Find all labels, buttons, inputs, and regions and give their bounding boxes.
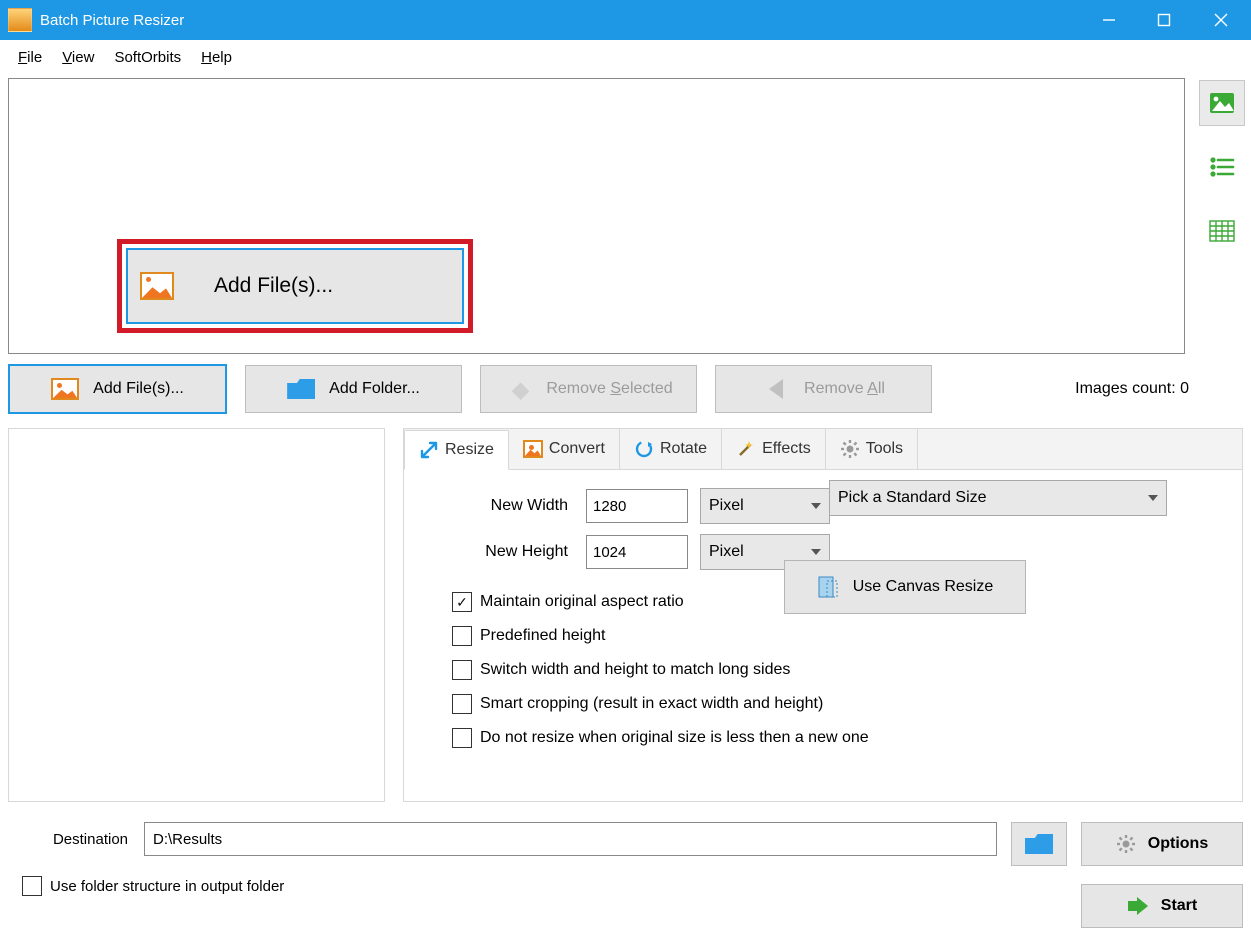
view-grid-button[interactable] [1199,208,1245,254]
tab-convert[interactable]: Convert [509,429,620,469]
view-list-button[interactable] [1199,144,1245,190]
start-arrow-icon [1127,897,1149,915]
destination-combo[interactable]: D:\Results [144,822,997,856]
chevron-down-icon [811,549,821,555]
browse-destination-button[interactable] [1011,822,1067,866]
settings-tabs-panel: Resize Convert Rotate [403,428,1243,802]
images-count-label: Images count: 0 [1075,380,1243,398]
highlight-frame: Add File(s)... [117,239,473,333]
app-icon [8,8,32,32]
add-files-button[interactable]: Add File(s)... [8,364,227,414]
canvas-icon [817,575,839,599]
gear-icon [1116,834,1136,854]
remove-selected-label: Remove Selected [546,380,672,398]
predefined-height-label: Predefined height [480,627,605,645]
smart-crop-label: Smart cropping (result in exact width an… [480,695,823,713]
maximize-button[interactable] [1136,0,1191,40]
remove-selected-button[interactable]: Remove Selected [480,365,697,413]
view-thumbnails-button[interactable] [1199,80,1245,126]
tools-icon [840,439,860,459]
image-icon [140,272,174,300]
remove-all-label: Remove All [804,380,885,398]
switch-wh-checkbox[interactable] [452,660,472,680]
use-folder-structure-label: Use folder structure in output folder [50,878,284,895]
menu-view[interactable]: View [52,47,104,68]
menu-bar: File View SoftOrbits Help [0,40,1251,74]
predefined-height-checkbox[interactable] [452,626,472,646]
app-title: Batch Picture Resizer [40,12,184,29]
add-files-big-button[interactable]: Add File(s)... [126,248,464,324]
new-height-input[interactable] [586,535,688,569]
title-bar: Batch Picture Resizer [0,0,1251,40]
switch-wh-label: Switch width and height to match long si… [480,661,790,679]
remove-all-button[interactable]: Remove All [715,365,932,413]
close-button[interactable] [1191,0,1251,40]
back-icon [769,379,783,399]
folder-icon [287,379,315,399]
no-resize-smaller-label: Do not resize when original size is less… [480,729,869,747]
no-resize-smaller-checkbox[interactable] [452,728,472,748]
rotate-icon [634,439,654,459]
new-height-label: New Height [452,543,572,561]
menu-file[interactable]: File [8,47,52,68]
minimize-button[interactable] [1081,0,1136,40]
image-icon [51,378,79,400]
standard-size-select[interactable]: Pick a Standard Size [829,480,1167,516]
folder-icon [1025,834,1053,854]
left-blank-panel [8,428,385,802]
chevron-down-icon [811,503,821,509]
options-button[interactable]: Options [1081,822,1243,866]
add-files-big-label: Add File(s)... [214,274,333,298]
use-canvas-resize-button[interactable]: Use Canvas Resize [784,560,1026,614]
destination-label: Destination [8,831,128,848]
width-unit-select[interactable]: Pixel [700,488,830,524]
maintain-aspect-checkbox[interactable] [452,592,472,612]
start-button[interactable]: Start [1081,884,1243,928]
maintain-aspect-label: Maintain original aspect ratio [480,593,684,611]
eraser-icon [507,378,529,400]
menu-softorbits[interactable]: SoftOrbits [104,47,191,68]
add-folder-label: Add Folder... [329,380,420,398]
effects-icon [736,439,756,459]
tab-rotate[interactable]: Rotate [620,429,722,469]
tab-resize[interactable]: Resize [404,430,509,470]
menu-help[interactable]: Help [191,47,242,68]
destination-value: D:\Results [153,831,222,848]
new-width-label: New Width [452,497,572,515]
add-files-label: Add File(s)... [93,380,184,398]
resize-icon [419,440,439,460]
convert-icon [523,439,543,459]
use-folder-structure-checkbox[interactable] [22,876,42,896]
chevron-down-icon [1148,495,1158,501]
tab-tools[interactable]: Tools [826,429,918,469]
preview-panel: Add File(s)... [8,78,1185,354]
new-width-input[interactable] [586,489,688,523]
tab-effects[interactable]: Effects [722,429,826,469]
add-folder-button[interactable]: Add Folder... [245,365,462,413]
smart-crop-checkbox[interactable] [452,694,472,714]
